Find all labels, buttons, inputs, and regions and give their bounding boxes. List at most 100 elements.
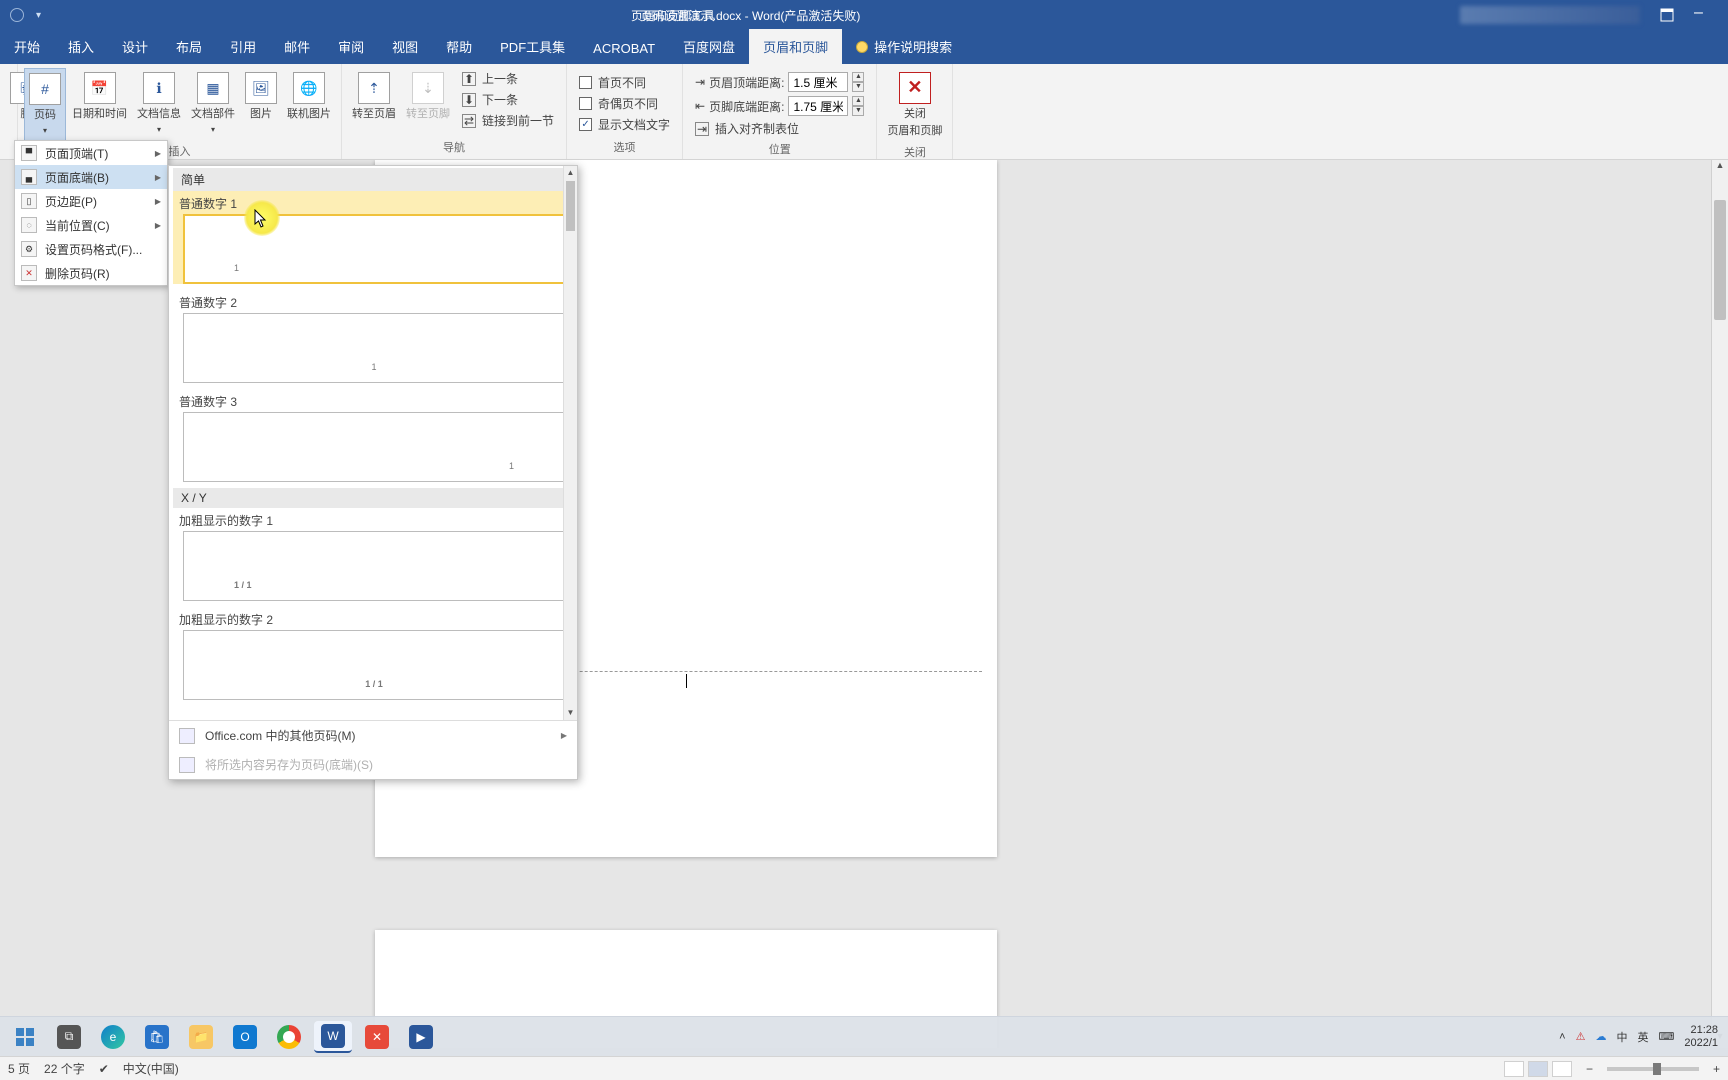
zoom-in-button[interactable]: + bbox=[1713, 1062, 1720, 1076]
gallery-scroll-down-icon[interactable]: ▼ bbox=[564, 706, 577, 720]
status-language[interactable]: 中文(中国) bbox=[123, 1060, 179, 1077]
taskbar-task-view[interactable]: ⧉ bbox=[50, 1021, 88, 1053]
taskbar-explorer[interactable]: 📁 bbox=[182, 1021, 220, 1053]
page-bottom-icon: ▄ bbox=[21, 169, 37, 185]
gallery-item-bold-1[interactable]: 加粗显示的数字 1 1 / 1 bbox=[173, 508, 575, 601]
header-from-top: ⇥ 页眉顶端距离: ▲▼ bbox=[695, 72, 864, 92]
tray-keyboard-icon[interactable]: ⌨ bbox=[1658, 1030, 1674, 1043]
gallery-item-plain-2[interactable]: 普通数字 2 1 bbox=[173, 290, 575, 383]
status-proofing-icon[interactable]: ✔ bbox=[99, 1062, 109, 1076]
footer-distance-spinner[interactable]: ▲▼ bbox=[852, 96, 864, 116]
tab-references[interactable]: 引用 bbox=[216, 29, 270, 64]
taskbar-outlook[interactable]: O bbox=[226, 1021, 264, 1053]
zoom-slider[interactable] bbox=[1607, 1067, 1699, 1071]
first-page-different-check[interactable]: 首页不同 bbox=[579, 74, 670, 91]
tab-acrobat[interactable]: ACROBAT bbox=[579, 33, 669, 64]
gallery-item-plain-3[interactable]: 普通数字 3 1 bbox=[173, 389, 575, 482]
scroll-up-arrow-icon[interactable]: ▲ bbox=[1712, 160, 1728, 177]
tab-mailings[interactable]: 邮件 bbox=[270, 29, 324, 64]
tray-ime-1[interactable]: 中 bbox=[1616, 1029, 1627, 1045]
gallery-category-xy: X / Y bbox=[173, 488, 575, 508]
gallery-item-bold-2[interactable]: 加粗显示的数字 2 1 / 1 bbox=[173, 607, 575, 700]
taskbar-edge[interactable]: e bbox=[94, 1021, 132, 1053]
ribbon-display-options-icon[interactable] bbox=[1660, 8, 1674, 22]
menu-page-margins[interactable]: ▯页边距(P) bbox=[15, 189, 167, 213]
menu-format-page-numbers[interactable]: ⚙设置页码格式(F)... bbox=[15, 237, 167, 261]
header-distance-spinner[interactable]: ▲▼ bbox=[852, 72, 864, 92]
text-cursor bbox=[686, 674, 687, 688]
goto-footer-button: ⇣转至页脚 bbox=[402, 68, 454, 125]
taskbar-start[interactable] bbox=[6, 1021, 44, 1053]
tab-design[interactable]: 设计 bbox=[108, 29, 162, 64]
view-print-layout[interactable] bbox=[1528, 1061, 1548, 1077]
footer-distance-icon: ⇤ bbox=[695, 99, 705, 113]
menu-page-top[interactable]: ▀页面顶端(T) bbox=[15, 141, 167, 165]
gallery-body: 简单 普通数字 1 1 普通数字 2 1 普通数字 3 1 X / Y 加粗显示… bbox=[169, 166, 577, 720]
minimize-button[interactable]: – bbox=[1694, 8, 1708, 22]
tab-insert[interactable]: 插入 bbox=[54, 29, 108, 64]
online-picture-button[interactable]: 🌐联机图片 bbox=[283, 68, 335, 125]
tell-me-search[interactable]: 操作说明搜索 bbox=[842, 29, 966, 64]
link-previous-button[interactable]: ⇄链接到前一节 bbox=[462, 112, 554, 129]
tray-onedrive-icon[interactable]: ☁ bbox=[1595, 1030, 1606, 1043]
tray-clock[interactable]: 21:28 2022/1 bbox=[1684, 1024, 1718, 1048]
tray-security-icon[interactable]: ⚠ bbox=[1576, 1030, 1586, 1043]
tab-view[interactable]: 视图 bbox=[378, 29, 432, 64]
tab-pdf-tools[interactable]: PDF工具集 bbox=[486, 29, 579, 64]
odd-even-different-check[interactable]: 奇偶页不同 bbox=[579, 95, 670, 112]
taskbar-word[interactable]: W bbox=[314, 1021, 352, 1053]
footer-distance-input[interactable] bbox=[788, 96, 848, 116]
tray-ime-2[interactable]: 英 bbox=[1637, 1029, 1648, 1045]
tray-chevron-up-icon[interactable]: ˄ bbox=[1559, 1031, 1565, 1043]
date-time-button[interactable]: 📅日期和时间 bbox=[68, 68, 131, 125]
previous-button[interactable]: ⬆上一条 bbox=[462, 70, 554, 87]
tab-layout[interactable]: 布局 bbox=[162, 29, 216, 64]
taskbar-store[interactable]: 🛍 bbox=[138, 1021, 176, 1053]
group-label-navigation: 导航 bbox=[348, 137, 560, 157]
status-page[interactable]: 5 页 bbox=[8, 1060, 30, 1077]
view-read-mode[interactable] bbox=[1504, 1061, 1524, 1077]
status-word-count[interactable]: 22 个字 bbox=[44, 1060, 85, 1077]
tab-baidu[interactable]: 百度网盘 bbox=[669, 29, 749, 64]
vertical-scrollbar[interactable]: ▲ ▼ bbox=[1711, 160, 1728, 1048]
view-buttons bbox=[1504, 1061, 1572, 1077]
goto-header-button[interactable]: ⇡转至页眉 bbox=[348, 68, 400, 125]
ribbon: ⎘脚 #页码▾ 📅日期和时间 ℹ文档信息▾ ▦文档部件▾ 🖼图片 🌐联机图片 插… bbox=[0, 64, 1728, 160]
gallery-scroll-thumb[interactable] bbox=[566, 181, 575, 231]
menu-page-bottom[interactable]: ▄页面底端(B) bbox=[15, 165, 167, 189]
view-web-layout[interactable] bbox=[1552, 1061, 1572, 1077]
taskbar-chrome[interactable] bbox=[270, 1021, 308, 1053]
picture-button[interactable]: 🖼图片 bbox=[241, 68, 281, 125]
doc-info-button[interactable]: ℹ文档信息▾ bbox=[133, 68, 185, 139]
doc-parts-button[interactable]: ▦文档部件▾ bbox=[187, 68, 239, 139]
insert-alignment-tab-button[interactable]: ⇥插入对齐制表位 bbox=[695, 120, 864, 137]
page-top-icon: ▀ bbox=[21, 145, 37, 161]
remove-icon: ✕ bbox=[21, 265, 37, 281]
taskbar-app-red[interactable]: ✕ bbox=[358, 1021, 396, 1053]
tab-review[interactable]: 审阅 bbox=[324, 29, 378, 64]
gallery-more-office[interactable]: Office.com 中的其他页码(M) bbox=[169, 721, 577, 750]
scroll-thumb[interactable] bbox=[1714, 200, 1726, 320]
show-document-text-check[interactable]: 显示文档文字 bbox=[579, 116, 670, 133]
status-bar: 5 页 22 个字 ✔ 中文(中国) − + bbox=[0, 1056, 1728, 1080]
menu-current-position[interactable]: ◌当前位置(C) bbox=[15, 213, 167, 237]
page-number-button[interactable]: #页码▾ bbox=[24, 68, 66, 141]
gallery-preview: 1 / 1 bbox=[183, 630, 565, 700]
zoom-thumb[interactable] bbox=[1653, 1063, 1661, 1075]
window-controls: – bbox=[1460, 6, 1728, 24]
gallery-scroll-up-icon[interactable]: ▲ bbox=[564, 166, 577, 180]
menu-remove-page-numbers[interactable]: ✕删除页码(R) bbox=[15, 261, 167, 285]
taskbar-media[interactable]: ▶ bbox=[402, 1021, 440, 1053]
next-button[interactable]: ⬇下一条 bbox=[462, 91, 554, 108]
dropdown-caret-icon: ▾ bbox=[157, 125, 161, 135]
gallery-item-plain-1[interactable]: 普通数字 1 1 bbox=[173, 191, 575, 284]
header-distance-input[interactable] bbox=[788, 72, 848, 92]
tab-home[interactable]: 开始 bbox=[0, 29, 54, 64]
zoom-out-button[interactable]: − bbox=[1586, 1062, 1593, 1076]
gallery-scrollbar[interactable]: ▲ ▼ bbox=[563, 166, 577, 720]
autosave-icon[interactable] bbox=[10, 8, 24, 22]
close-header-footer-button[interactable]: ✕ 关闭 页眉和页脚 bbox=[883, 68, 946, 142]
current-position-icon: ◌ bbox=[21, 217, 37, 233]
tab-header-footer[interactable]: 页眉和页脚 bbox=[749, 29, 842, 64]
tab-help[interactable]: 帮助 bbox=[432, 29, 486, 64]
